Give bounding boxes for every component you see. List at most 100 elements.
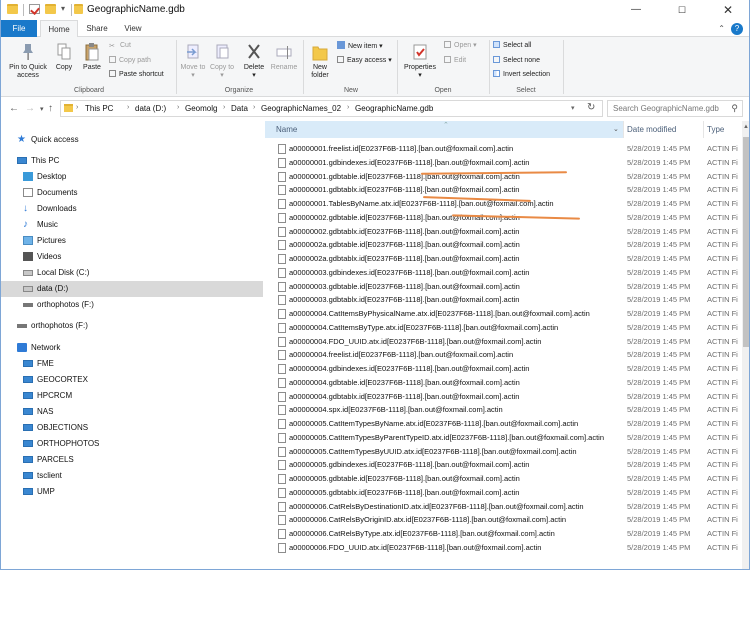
nav-item[interactable]: ★ Quick access [1, 132, 263, 148]
column-header-date[interactable]: Date modified [627, 121, 703, 138]
nav-item[interactable]: Desktop [1, 169, 263, 185]
open-button[interactable]: Open ▾ [444, 41, 477, 51]
forward-button[interactable]: → [25, 103, 35, 114]
nav-item[interactable]: orthophotos (F:) [1, 297, 263, 313]
rename-button[interactable]: Rename [268, 42, 300, 72]
scroll-up-icon[interactable]: ▲ [743, 124, 749, 130]
new-item-button[interactable]: New item ▾ [337, 41, 383, 52]
nav-item[interactable]: Network [1, 340, 263, 356]
nav-item[interactable]: Documents [1, 185, 263, 201]
file-row[interactable]: a00000005.CatItemTypesByName.atx.id[E023… [265, 417, 742, 431]
breadcrumb-item[interactable]: GeographicNames_02 [261, 104, 341, 113]
up-button[interactable]: ↑ [48, 103, 53, 114]
file-row[interactable]: a00000004.gdbindexes.id[E0237F6B-1118].[… [265, 362, 742, 376]
file-row[interactable]: a00000002.gdbtablx.id[E0237F6B-1118].[ba… [265, 225, 742, 239]
file-row[interactable]: a00000006.CatRelsByType.atx.id[E0237F6B-… [265, 527, 742, 541]
file-row[interactable]: a0000002a.gdbtablx.id[E0237F6B-1118].[ba… [265, 252, 742, 266]
breadcrumb-item[interactable]: Geomolg [185, 104, 217, 113]
nav-item[interactable]: Local Disk (C:) [1, 265, 263, 281]
nav-item[interactable]: Videos [1, 249, 263, 265]
pin-quick-access-button[interactable]: Pin to Quick access [4, 42, 52, 80]
scrollbar-thumb[interactable] [743, 137, 749, 347]
search-box[interactable]: Search GeographicName.gdb ⚲ [607, 100, 743, 117]
file-row[interactable]: a00000001.gdbtablx.id[E0237F6B-1118].[ba… [265, 183, 742, 197]
column-dropdown-icon[interactable]: ⌄ [613, 121, 619, 138]
nav-item[interactable]: ↓ Downloads [1, 201, 263, 217]
breadcrumb-item[interactable]: GeographicName.gdb [355, 104, 433, 113]
nav-item[interactable]: Pictures [1, 233, 263, 249]
file-row[interactable]: a0000002a.gdbtable.id[E0237F6B-1118].[ba… [265, 238, 742, 252]
edit-button[interactable]: Edit [444, 56, 466, 66]
file-row[interactable]: a00000005.CatItemTypesByParentTypeID.atx… [265, 431, 742, 445]
copy-to-button[interactable]: Copy to ▾ [208, 42, 236, 80]
file-row[interactable]: a00000005.gdbtablx.id[E0237F6B-1118].[ba… [265, 486, 742, 500]
file-row[interactable]: a00000003.gdbtable.id[E0237F6B-1118].[ba… [265, 280, 742, 294]
select-none-button[interactable]: Select none [493, 56, 540, 66]
nav-item[interactable]: OBJECTIONS [1, 420, 263, 436]
file-row[interactable]: a00000006.FDO_UUID.atx.id[E0237F6B-1118]… [265, 541, 742, 555]
paste-shortcut-button[interactable]: Paste shortcut [109, 70, 164, 80]
file-row[interactable]: a00000006.CatRelsByOriginID.atx.id[E0237… [265, 513, 742, 527]
new-folder-icon[interactable] [45, 4, 56, 14]
tab-share[interactable]: Share [81, 20, 113, 37]
file-row[interactable]: a00000003.gdbtablx.id[E0237F6B-1118].[ba… [265, 293, 742, 307]
breadcrumb-item[interactable]: This PC [85, 104, 113, 113]
delete-button[interactable]: Delete ▾ [240, 42, 268, 80]
tab-home[interactable]: Home [40, 20, 78, 38]
tab-file[interactable]: File [1, 20, 37, 37]
nav-item[interactable]: tsclient [1, 468, 263, 484]
address-dropdown-icon[interactable]: ▾ [571, 104, 575, 112]
file-row[interactable]: a00000004.CatItemsByPhysicalName.atx.id[… [265, 307, 742, 321]
recent-locations-icon[interactable]: ▾ [40, 105, 44, 113]
nav-item[interactable]: NAS [1, 404, 263, 420]
file-row[interactable]: a00000005.gdbtable.id[E0237F6B-1118].[ba… [265, 472, 742, 486]
breadcrumb-item[interactable]: Data [231, 104, 248, 113]
file-row[interactable]: a00000002.gdbtable.id[E0237F6B-1118].[ba… [265, 211, 742, 225]
back-button[interactable]: ← [9, 103, 19, 114]
new-folder-button[interactable]: New folder [306, 42, 334, 80]
file-row[interactable]: a00000003.gdbindexes.id[E0237F6B-1118].[… [265, 266, 742, 280]
nav-item[interactable]: ORTHOPHOTOS [1, 436, 263, 452]
file-row[interactable]: a00000004.spx.id[E0237F6B-1118].[ban.out… [265, 403, 742, 417]
close-button[interactable]: ✕ [705, 0, 749, 20]
file-row[interactable]: a00000005.gdbindexes.id[E0237F6B-1118].[… [265, 458, 742, 472]
column-header-type[interactable]: Type [707, 121, 743, 138]
file-row[interactable]: a00000004.freelist.id[E0237F6B-1118].[ba… [265, 348, 742, 362]
select-all-button[interactable]: Select all [493, 41, 531, 51]
copy-button[interactable]: Copy [51, 42, 77, 72]
easy-access-button[interactable]: Easy access ▾ [337, 56, 392, 66]
minimize-button[interactable]: — [613, 0, 659, 20]
breadcrumb-item[interactable]: data (D:) [135, 104, 166, 113]
invert-selection-button[interactable]: Invert selection [493, 70, 550, 80]
nav-item[interactable]: This PC [1, 153, 263, 169]
refresh-icon[interactable]: ↻ [587, 102, 595, 113]
nav-item[interactable]: FME [1, 356, 263, 372]
nav-item[interactable]: HPCRCM [1, 388, 263, 404]
file-row[interactable]: a00000001.freelist.id[E0237F6B-1118].[ba… [265, 142, 742, 156]
nav-item[interactable]: orthophotos (F:) [1, 318, 263, 334]
move-to-button[interactable]: Move to ▾ [179, 42, 207, 80]
properties-button[interactable]: Properties ▾ [401, 42, 439, 80]
help-icon[interactable]: ? [731, 23, 743, 35]
quick-access-dropdown-icon[interactable]: ▾ [61, 4, 65, 13]
nav-item[interactable]: ♪ Music [1, 217, 263, 233]
file-row[interactable]: a00000004.gdbtablx.id[E0237F6B-1118].[ba… [265, 390, 742, 404]
maximize-button[interactable]: ☐ [659, 0, 705, 20]
paste-button[interactable]: Paste [79, 42, 105, 72]
tab-view[interactable]: View [117, 20, 149, 37]
properties-icon[interactable] [29, 4, 40, 14]
ribbon-collapse-icon[interactable]: ⌃ [718, 24, 725, 33]
column-header-name[interactable]: Name ⌃ ⌄ [265, 121, 623, 138]
nav-item[interactable]: GEOCORTEX [1, 372, 263, 388]
file-row[interactable]: a00000004.CatItemsByType.atx.id[E0237F6B… [265, 321, 742, 335]
nav-item[interactable]: PARCELS [1, 452, 263, 468]
file-row[interactable]: a00000006.CatRelsByDestinationID.atx.id[… [265, 500, 742, 514]
cut-button[interactable]: ✂ Cut [109, 41, 131, 51]
file-row[interactable]: a00000001.gdbindexes.id[E0237F6B-1118].[… [265, 156, 742, 170]
address-bar[interactable]: › This PC › data (D:) › Geomolg › Data ›… [60, 100, 603, 117]
file-row[interactable]: a00000004.gdbtable.id[E0237F6B-1118].[ba… [265, 376, 742, 390]
vertical-scrollbar[interactable]: ▲ [742, 121, 749, 569]
nav-item[interactable]: data (D:) [1, 281, 263, 297]
file-row[interactable]: a00000005.CatItemTypesByUUID.atx.id[E023… [265, 445, 742, 459]
copy-path-button[interactable]: Copy path [109, 56, 151, 66]
